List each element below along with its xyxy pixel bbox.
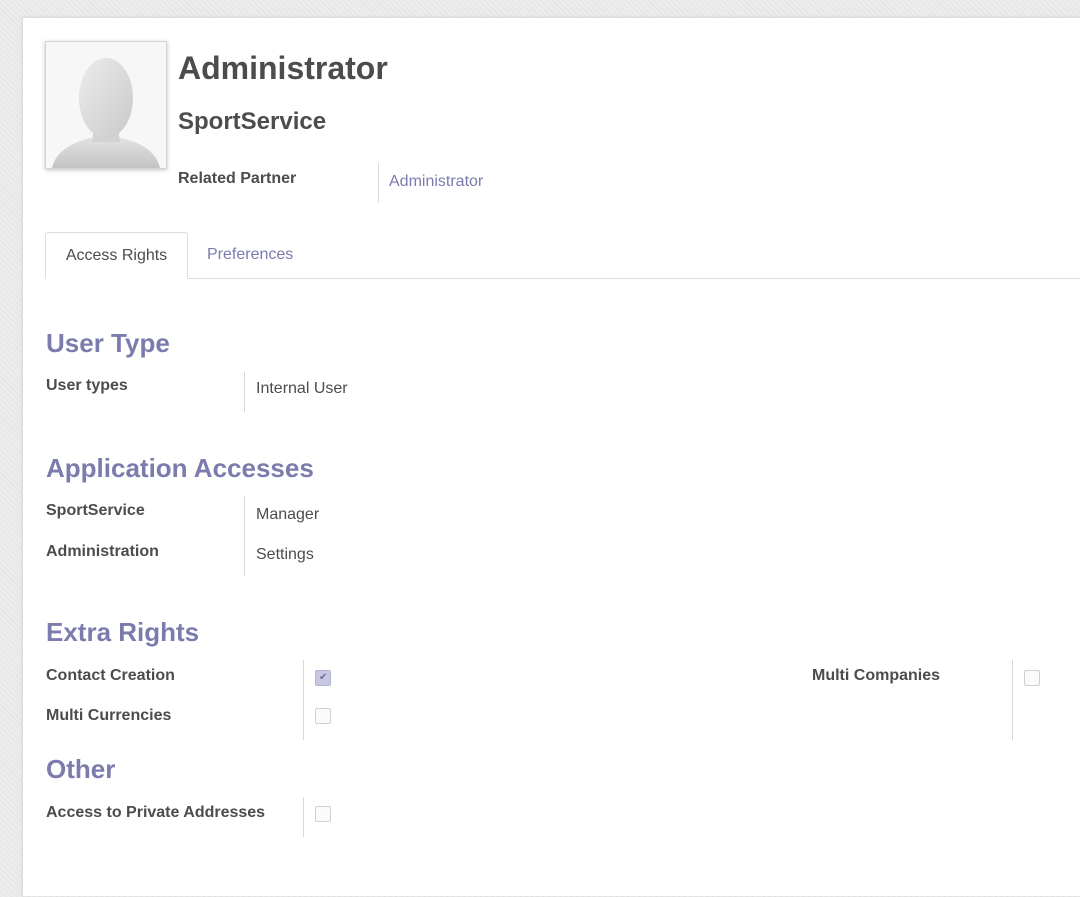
field-divider (244, 372, 245, 412)
check-icon: ✔ (319, 672, 328, 683)
contact-creation-label: Contact Creation (46, 667, 175, 684)
user-types-label: User types (46, 377, 128, 394)
multi-companies-checkbox[interactable] (1024, 670, 1040, 686)
multi-companies-label: Multi Companies (812, 667, 941, 684)
field-divider (303, 660, 304, 740)
field-divider (1012, 660, 1013, 740)
app-access-label-administration: Administration (46, 543, 159, 560)
section-title-application-accesses: Application Accesses (46, 453, 314, 483)
tab-preferences[interactable]: Preferences (207, 232, 293, 278)
app-access-value-sportservice[interactable]: Manager (256, 505, 319, 525)
app-access-label-sportservice: SportService (46, 502, 145, 519)
field-divider (244, 496, 245, 576)
user-types-value[interactable]: Internal User (256, 379, 348, 399)
app-access-value-administration[interactable]: Settings (256, 545, 314, 565)
section-title-other: Other (46, 754, 116, 784)
notebook-tabs: Access Rights Preferences (45, 232, 1080, 279)
user-company[interactable]: SportService (178, 107, 326, 137)
field-divider (378, 163, 379, 203)
avatar-silhouette-icon (46, 42, 166, 168)
contact-creation-checkbox[interactable]: ✔ (315, 670, 331, 686)
section-title-extra-rights: Extra Rights (46, 617, 200, 647)
private-addresses-label: Access to Private Addresses (46, 804, 266, 821)
section-title-user-type: User Type (46, 328, 170, 358)
field-divider (303, 797, 304, 837)
private-addresses-checkbox[interactable] (315, 806, 331, 822)
related-partner-label: Related Partner (178, 170, 297, 187)
user-avatar[interactable] (45, 41, 167, 169)
multi-currencies-checkbox[interactable] (315, 708, 331, 724)
related-partner-link[interactable]: Administrator (389, 172, 483, 192)
tab-access-rights[interactable]: Access Rights (45, 232, 188, 279)
multi-currencies-label: Multi Currencies (46, 707, 172, 724)
user-name[interactable]: Administrator (178, 48, 388, 88)
